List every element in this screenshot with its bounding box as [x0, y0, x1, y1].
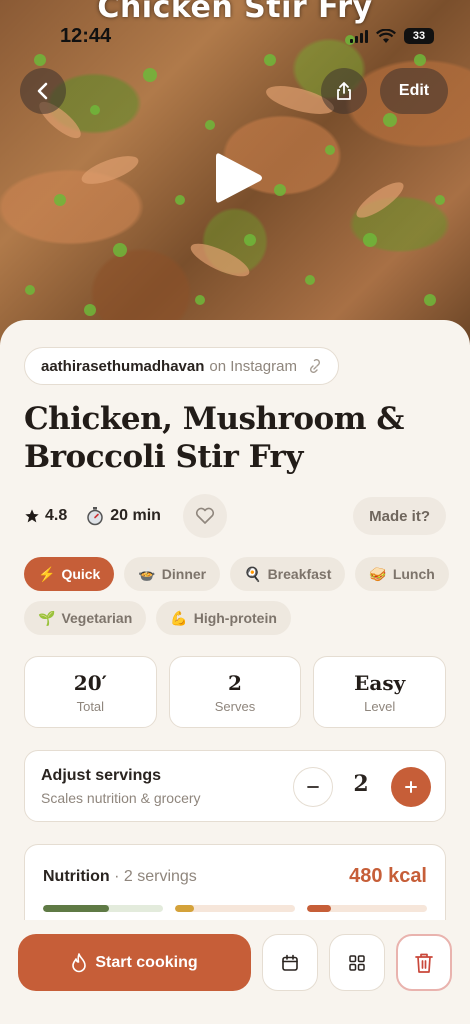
chevron-left-icon [37, 82, 48, 100]
increase-servings-button[interactable] [391, 767, 431, 807]
lightning-icon: ⚡ [38, 565, 56, 582]
macro-bar-fill [43, 905, 109, 912]
status-time: 12:44 [60, 25, 112, 47]
battery-icon: 33 [404, 28, 434, 44]
delete-button[interactable] [396, 934, 452, 991]
servings-subtitle: Scales nutrition & grocery [41, 790, 201, 806]
time-value: 20 min [110, 507, 161, 524]
overlay-title: Chicken Stir Fry [97, 0, 373, 25]
meta-row: 4.8 20 min Made it? [24, 494, 446, 538]
hero-video-thumbnail[interactable]: Chicken Stir Fry 12:44 33 Edit [0, 0, 470, 345]
rating: 4.8 [24, 507, 67, 525]
tag-label: Dinner [161, 566, 207, 582]
tag-list: ⚡ Quick 🍲 Dinner 🍳 Breakfast 🥪 Lunch 🌱 Vegeta… [24, 557, 454, 635]
back-button[interactable] [20, 68, 66, 114]
trash-icon [415, 953, 433, 973]
nutrition-subtitle: · 2 servings [114, 868, 197, 885]
tag-vegetarian[interactable]: 🌱 Vegetarian [24, 601, 147, 635]
stat-level: Easy Level [313, 656, 447, 728]
stat-label: Serves [214, 698, 256, 714]
flame-icon [72, 952, 87, 972]
stats-row: 20′ Total 2 Serves Easy Level [24, 656, 447, 728]
stat-value: 2 [228, 670, 242, 695]
share-icon [337, 82, 351, 100]
calories-value: 480 kcal [349, 865, 427, 887]
share-button[interactable] [321, 68, 367, 114]
stat-total: 20′ Total [24, 656, 157, 728]
tag-label: Quick [61, 566, 101, 582]
plus-icon [405, 781, 417, 793]
tag-quick[interactable]: ⚡ Quick [24, 557, 115, 591]
source-platform: on Instagram [209, 357, 297, 375]
adjust-servings-card: Adjust servings Scales nutrition & groce… [24, 750, 446, 822]
seedling-icon: 🌱 [38, 609, 56, 626]
tag-breakfast[interactable]: 🍳 Breakfast [230, 557, 346, 591]
status-icons: 33 [350, 28, 434, 44]
bowl-icon: 🍲 [138, 565, 156, 582]
macro-bar [307, 905, 427, 912]
star-icon [25, 509, 39, 523]
tag-label: Breakfast [267, 566, 332, 582]
nutrition-label: Nutrition [43, 868, 110, 885]
link-icon [309, 359, 320, 373]
signal-icon [350, 29, 368, 43]
cook-time: 20 min [85, 506, 161, 526]
flexed-arm-icon: 💪 [170, 609, 188, 626]
edit-button[interactable]: Edit [380, 68, 448, 114]
stat-serves: 2 Serves [168, 656, 302, 728]
macro-bar [175, 905, 295, 912]
stat-value: Easy [354, 670, 406, 695]
stat-value: 20′ [73, 670, 107, 695]
wifi-icon [376, 28, 396, 43]
tag-high-protein[interactable]: 💪 High-protein [156, 601, 291, 635]
start-cooking-button[interactable]: Start cooking [18, 934, 251, 991]
minus-icon [307, 786, 319, 788]
recipe-sheet: aathirasethumadhavan on Instagram Chicke… [0, 320, 470, 1024]
nutrition-title: Nutrition · 2 servings [43, 868, 197, 886]
macro-bar [43, 905, 163, 912]
collections-button[interactable] [329, 934, 385, 991]
stopwatch-icon [87, 507, 103, 526]
favorite-button[interactable] [182, 494, 227, 538]
recipe-title: Chicken, Mushroom & Broccoli Stir Fry [24, 401, 404, 475]
source-handle: aathirasethumadhavan [41, 357, 205, 375]
frying-pan-icon: 🍳 [244, 565, 262, 582]
tag-lunch[interactable]: 🥪 Lunch [355, 557, 449, 591]
tag-label: High-protein [193, 610, 277, 626]
decrease-servings-button[interactable] [293, 767, 333, 807]
start-cooking-label: Start cooking [95, 953, 198, 971]
tag-label: Vegetarian [61, 610, 133, 626]
rating-value: 4.8 [45, 507, 68, 524]
tag-dinner[interactable]: 🍲 Dinner [124, 557, 221, 591]
tag-label: Lunch [392, 566, 435, 582]
sandwich-icon: 🥪 [369, 565, 387, 582]
calendar-icon [282, 954, 298, 971]
schedule-button[interactable] [262, 934, 318, 991]
made-it-button[interactable]: Made it? [353, 497, 446, 535]
grid-icon [349, 954, 365, 971]
play-icon[interactable] [212, 150, 264, 206]
macro-bar-fill [175, 905, 195, 912]
servings-count: 2 [353, 771, 369, 797]
macro-bar-fill [307, 905, 331, 912]
stat-label: Total [76, 698, 105, 714]
macro-bars [43, 905, 427, 912]
source-link[interactable]: aathirasethumadhavan on Instagram [24, 347, 339, 385]
servings-title: Adjust servings [41, 767, 162, 784]
heart-icon [195, 507, 214, 524]
stat-label: Level [364, 698, 396, 714]
